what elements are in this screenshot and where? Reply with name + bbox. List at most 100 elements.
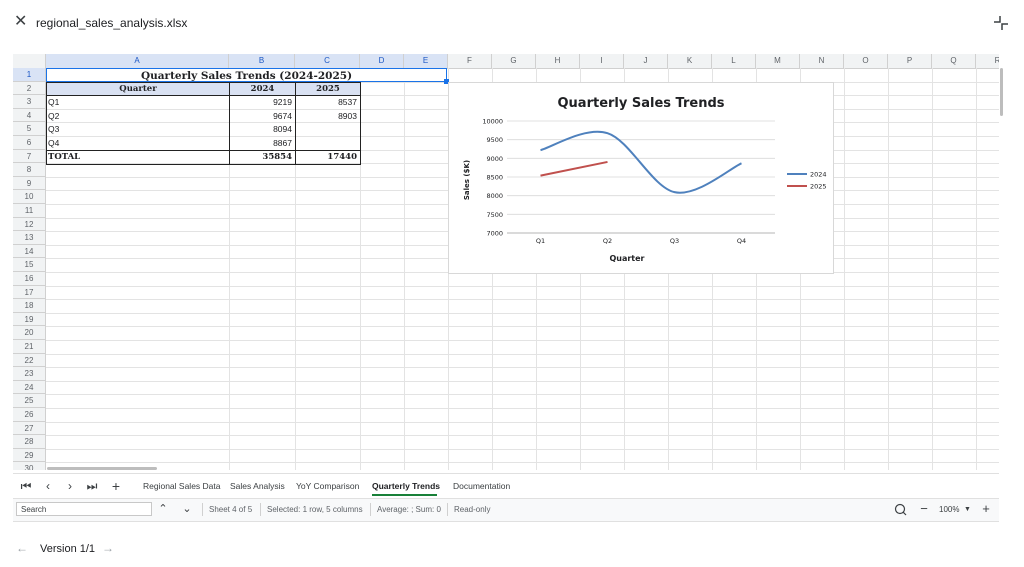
row-header-19[interactable]: 19 <box>13 312 46 327</box>
cell-c3[interactable]: 8537 <box>295 96 360 109</box>
cell-a4[interactable]: Q2 <box>46 110 229 123</box>
col-header-n[interactable]: N <box>800 54 844 68</box>
select-all-corner[interactable] <box>13 54 46 68</box>
col-header-r[interactable]: R <box>976 54 999 68</box>
header-2025[interactable]: 2025 <box>295 82 361 96</box>
cell-c5[interactable] <box>295 123 360 136</box>
row-header-30[interactable]: 30 <box>13 462 46 470</box>
tab-regional-sales-data[interactable]: Regional Sales Data <box>143 481 221 491</box>
cell-b4[interactable]: 9674 <box>229 110 295 123</box>
tab-yoy-comparison[interactable]: YoY Comparison <box>296 481 359 491</box>
cell-a6[interactable]: Q4 <box>46 137 229 150</box>
cell-c7-total-2025[interactable]: 17440 <box>295 151 360 164</box>
row-header-2[interactable]: 2 <box>13 81 46 96</box>
row-header-25[interactable]: 25 <box>13 394 46 408</box>
row-header-12[interactable]: 12 <box>13 217 46 232</box>
sheet-tabs-bar: ⏮ ‹ › ⏭ + Regional Sales Data Sales Anal… <box>13 473 999 498</box>
cell-b7-total-2024[interactable]: 35854 <box>229 151 295 164</box>
col-header-f[interactable]: F <box>448 54 492 68</box>
cell-b5[interactable]: 8094 <box>229 123 295 136</box>
cell-a3[interactable]: Q1 <box>46 96 229 109</box>
vertical-scroll-thumb[interactable] <box>1000 68 1003 116</box>
col-header-p[interactable]: P <box>888 54 932 68</box>
vertical-scrollbar[interactable] <box>999 54 1009 470</box>
row-header-7[interactable]: 7 <box>13 149 46 164</box>
col-header-b[interactable]: B <box>229 54 295 68</box>
row-header-15[interactable]: 15 <box>13 258 46 272</box>
prev-version-icon[interactable]: ← <box>16 541 28 555</box>
header-quarter[interactable]: Quarter <box>46 82 230 96</box>
zoom-reset-icon[interactable] <box>894 503 907 516</box>
row-header-16[interactable]: 16 <box>13 272 46 286</box>
row-header-8[interactable]: 8 <box>13 163 46 177</box>
grid-row-line <box>46 312 999 314</box>
row-header-23[interactable]: 23 <box>13 367 46 381</box>
cell-a5[interactable]: Q3 <box>46 123 229 136</box>
col-header-m[interactable]: M <box>756 54 800 68</box>
horizontal-scroll-thumb[interactable] <box>47 467 157 470</box>
zoom-out-icon[interactable]: − <box>917 502 931 516</box>
first-sheet-icon[interactable]: ⏮ <box>19 478 33 494</box>
col-header-a[interactable]: A <box>46 54 229 68</box>
row-header-14[interactable]: 14 <box>13 244 46 259</box>
col-header-c[interactable]: C <box>295 54 360 68</box>
row-header-1[interactable]: 1 <box>13 68 46 82</box>
prev-sheet-icon[interactable]: ‹ <box>41 478 55 494</box>
header-2024[interactable]: 2024 <box>229 82 296 96</box>
row-header-5[interactable]: 5 <box>13 122 46 136</box>
col-header-d[interactable]: D <box>360 54 404 68</box>
close-icon[interactable]: ✕ <box>14 14 30 30</box>
tab-quarterly-trends[interactable]: Quarterly Trends <box>372 481 440 491</box>
line-chart[interactable]: Quarterly Sales Trends 7000 7500 8000 8500 9… <box>448 82 834 274</box>
col-header-e[interactable]: E <box>404 54 448 68</box>
row-header-11[interactable]: 11 <box>13 204 46 218</box>
add-sheet-icon[interactable]: + <box>109 478 123 494</box>
col-header-i[interactable]: I <box>580 54 624 68</box>
row-header-18[interactable]: 18 <box>13 299 46 313</box>
collapse-icon[interactable] <box>992 14 1010 32</box>
col-header-k[interactable]: K <box>668 54 712 68</box>
row-header-24[interactable]: 24 <box>13 380 46 395</box>
row-header-29[interactable]: 29 <box>13 448 46 463</box>
sheet-title-cell[interactable]: Quarterly Sales Trends (2024-2025) <box>46 68 447 82</box>
row-header-26[interactable]: 26 <box>13 408 46 422</box>
search-prev-icon[interactable]: ⌃ <box>156 502 170 516</box>
tab-sales-analysis[interactable]: Sales Analysis <box>230 481 285 491</box>
spreadsheet[interactable]: A B C D E F G H I J K L M N O P Q R 1234… <box>13 54 999 470</box>
col-header-l[interactable]: L <box>712 54 756 68</box>
col-header-q[interactable]: Q <box>932 54 976 68</box>
col-header-j[interactable]: J <box>624 54 668 68</box>
row-header-17[interactable]: 17 <box>13 285 46 300</box>
row-header-4[interactable]: 4 <box>13 108 46 123</box>
cell-b3[interactable]: 9219 <box>229 96 295 109</box>
zoom-in-icon[interactable]: + <box>979 502 993 516</box>
row-header-27[interactable]: 27 <box>13 421 46 436</box>
search-input[interactable]: Search <box>16 502 152 516</box>
cell-b6[interactable]: 8867 <box>229 137 295 150</box>
last-sheet-icon[interactable]: ⏭ <box>85 478 99 494</box>
next-sheet-icon[interactable]: › <box>63 478 77 494</box>
zoom-level[interactable]: 100% <box>939 505 959 514</box>
row-header-28[interactable]: 28 <box>13 435 46 449</box>
row-header-9[interactable]: 9 <box>13 176 46 191</box>
row-header-6[interactable]: 6 <box>13 136 46 150</box>
cell-c4[interactable]: 8903 <box>295 110 360 123</box>
cell-a7-total-label[interactable]: TOTAL <box>46 151 229 164</box>
col-header-g[interactable]: G <box>492 54 536 68</box>
row-header-21[interactable]: 21 <box>13 340 46 354</box>
next-version-icon[interactable]: → <box>102 541 114 555</box>
y-tick-label: 7000 <box>486 230 503 238</box>
row-header-22[interactable]: 22 <box>13 353 46 368</box>
row-header-10[interactable]: 10 <box>13 190 46 204</box>
col-header-h[interactable]: H <box>536 54 580 68</box>
tab-documentation[interactable]: Documentation <box>453 481 510 491</box>
row-header-3[interactable]: 3 <box>13 95 46 109</box>
search-next-icon[interactable]: ⌄ <box>180 502 194 516</box>
zoom-dropdown-icon[interactable]: ▼ <box>964 506 971 513</box>
row-header-20[interactable]: 20 <box>13 326 46 340</box>
row-header-13[interactable]: 13 <box>13 231 46 245</box>
x-tick-label: Q4 <box>737 237 746 245</box>
col-header-o[interactable]: O <box>844 54 888 68</box>
cell-c6[interactable] <box>295 137 360 150</box>
x-tick-label: Q1 <box>536 237 545 245</box>
